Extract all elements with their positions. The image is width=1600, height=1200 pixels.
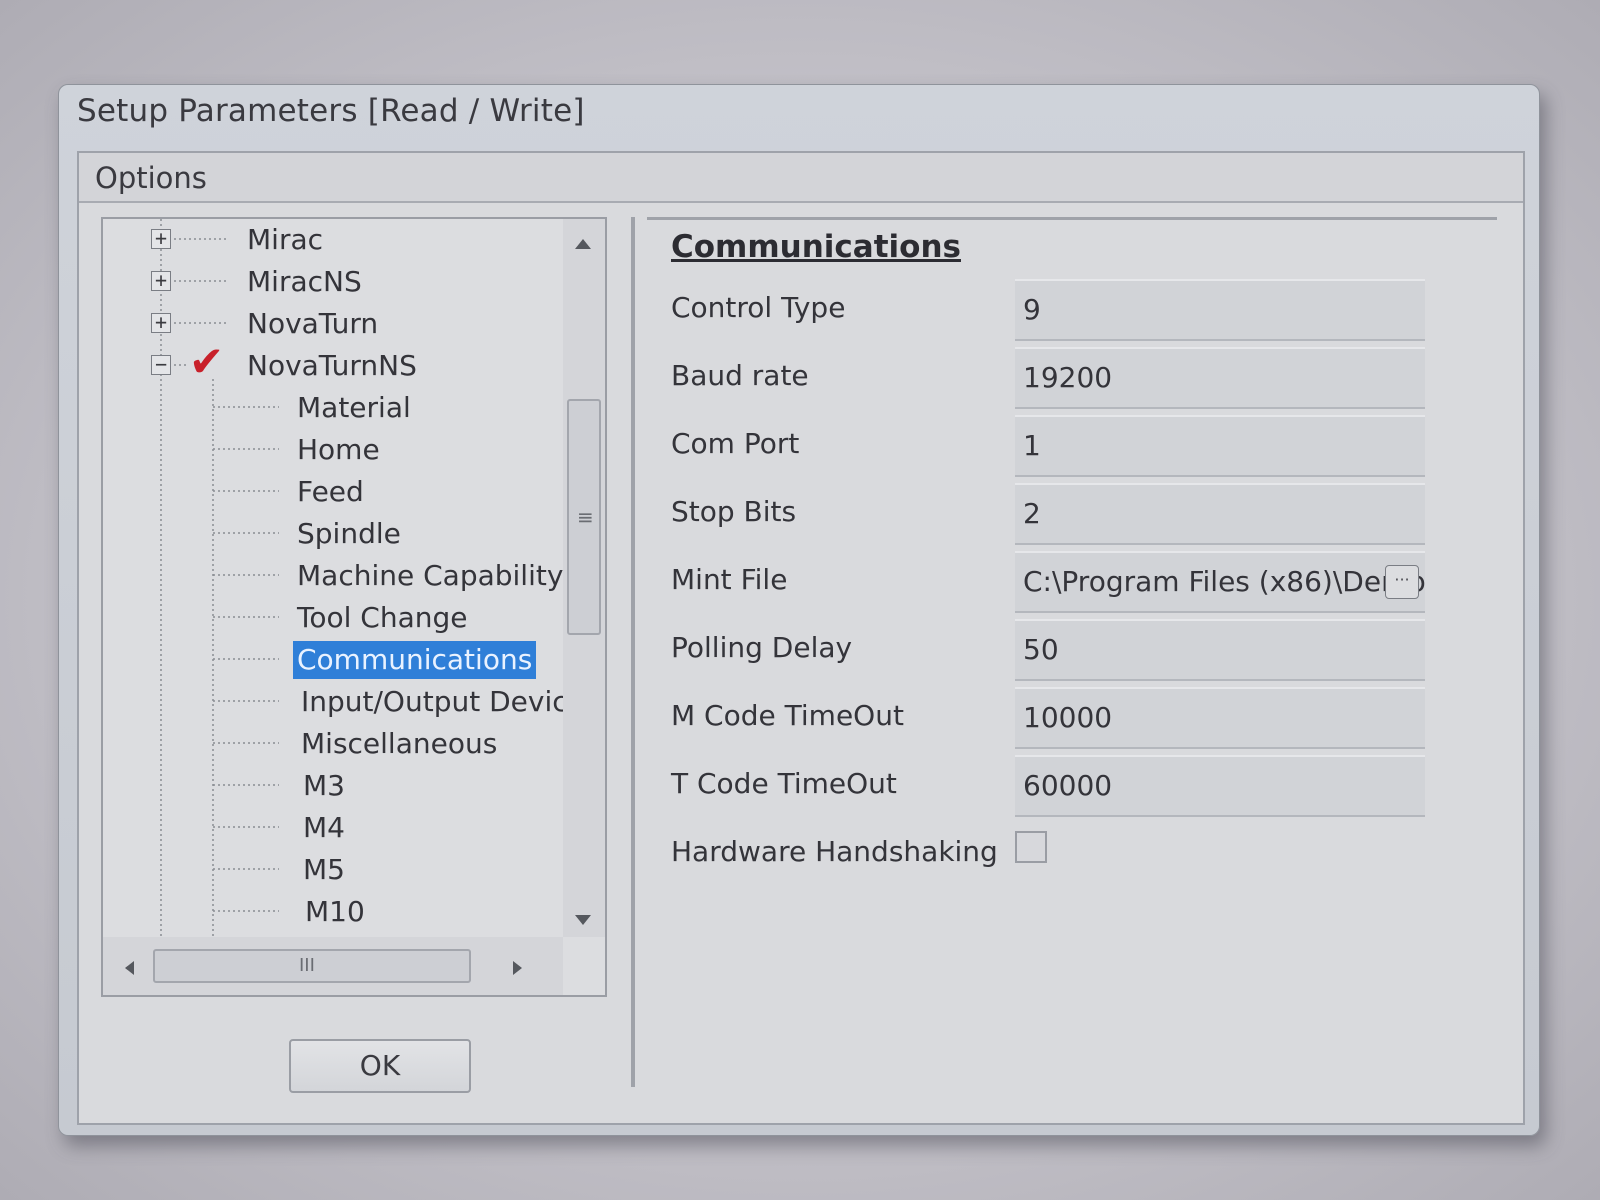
property-row-polling-delay: Polling Delay 50 — [671, 619, 1431, 687]
window-title: Setup Parameters [Read / Write] — [77, 93, 585, 129]
tree-item-m10[interactable]: M10 — [301, 893, 369, 931]
polling-delay-field[interactable]: 50 — [1015, 619, 1425, 681]
property-label: Mint File — [671, 563, 788, 596]
property-row-com-port: Com Port 1 — [671, 415, 1431, 483]
tree-item-m5[interactable]: M5 — [299, 851, 349, 889]
scroll-left-arrow-icon[interactable] — [125, 961, 134, 975]
tree-item-novaturn[interactable]: NovaTurn — [243, 305, 382, 343]
setup-parameters-window: Setup Parameters [Read / Write] Options — [58, 84, 1540, 1136]
tree-item-mirac[interactable]: Mirac — [243, 221, 327, 259]
expand-plus-icon[interactable]: + — [151, 312, 171, 333]
property-grid: Communications Control Type 9 Baud rate … — [647, 217, 1497, 1087]
tree-item-novaturnns[interactable]: NovaTurnNS — [243, 347, 421, 385]
hscroll-grip-icon: III — [299, 955, 315, 976]
property-section-heading: Communications — [671, 229, 961, 265]
tree-item-miscellaneous[interactable]: Miscellaneous — [297, 725, 501, 763]
property-label: T Code TimeOut — [671, 767, 897, 800]
property-grid-top-border — [647, 217, 1497, 220]
scroll-right-arrow-icon[interactable] — [513, 961, 522, 975]
mint-file-field[interactable]: C:\Program Files (x86)\Denfo ··· — [1015, 551, 1425, 613]
vscroll-grip-icon: ≡ — [577, 505, 594, 529]
options-frame: Options + Mirac + MiracNS + NovaTurn − ✔… — [77, 151, 1525, 1125]
browse-file-button[interactable]: ··· — [1385, 565, 1419, 599]
property-label: Control Type — [671, 291, 846, 324]
collapse-minus-icon[interactable]: − — [151, 354, 171, 375]
property-row-control-type: Control Type 9 — [671, 279, 1431, 347]
tree-item-feed[interactable]: Feed — [293, 473, 368, 511]
property-label: M Code TimeOut — [671, 699, 904, 732]
control-type-field[interactable]: 9 — [1015, 279, 1425, 341]
tree-item-machine-capability[interactable]: Machine Capability — [293, 557, 567, 595]
property-label: Polling Delay — [671, 631, 853, 664]
ok-button[interactable]: OK — [289, 1039, 471, 1093]
tree-item-miracns[interactable]: MiracNS — [243, 263, 366, 301]
tree-item-input-output-devic[interactable]: Input/Output Devic — [297, 683, 572, 721]
property-row-baud-rate: Baud rate 19200 — [671, 347, 1431, 415]
tree-item-m4[interactable]: M4 — [299, 809, 349, 847]
baud-rate-field[interactable]: 19200 — [1015, 347, 1425, 409]
options-label: Options — [95, 161, 207, 195]
expand-plus-icon[interactable]: + — [151, 228, 171, 249]
com-port-field[interactable]: 1 — [1015, 415, 1425, 477]
property-row-t-code-timeout: T Code TimeOut 60000 — [671, 755, 1431, 823]
expand-plus-icon[interactable]: + — [151, 270, 171, 291]
property-row-hardware-handshaking: Hardware Handshaking — [671, 823, 1431, 891]
property-label: Com Port — [671, 427, 800, 460]
tree-vscroll-thumb[interactable]: ≡ — [567, 399, 601, 635]
tree-item-spindle[interactable]: Spindle — [293, 515, 405, 553]
stop-bits-field[interactable]: 2 — [1015, 483, 1425, 545]
tree-item-tool-change[interactable]: Tool Change — [293, 599, 472, 637]
tree-vertical-scrollbar[interactable]: ≡ — [563, 219, 605, 937]
scroll-down-arrow-icon[interactable] — [575, 915, 591, 925]
property-label: Hardware Handshaking — [671, 835, 998, 868]
tree-item-material[interactable]: Material — [293, 389, 415, 427]
property-row-stop-bits: Stop Bits 2 — [671, 483, 1431, 551]
property-row-mint-file: Mint File C:\Program Files (x86)\Denfo ·… — [671, 551, 1431, 619]
options-tree[interactable]: + Mirac + MiracNS + NovaTurn − ✔ NovaTurnNS Mater… — [101, 217, 607, 997]
tree-item-m3[interactable]: M3 — [299, 767, 349, 805]
panel-divider[interactable] — [631, 217, 635, 1087]
options-groupbar: Options — [79, 153, 1523, 203]
property-label: Stop Bits — [671, 495, 797, 528]
tree-item-communications[interactable]: Communications — [293, 641, 537, 679]
tree-item-home[interactable]: Home — [293, 431, 384, 469]
t-code-timeout-field[interactable]: 60000 — [1015, 755, 1425, 817]
scroll-up-arrow-icon[interactable] — [575, 239, 591, 249]
property-row-m-code-timeout: M Code TimeOut 10000 — [671, 687, 1431, 755]
tree-horizontal-scrollbar[interactable]: III — [103, 937, 563, 995]
tree-hscroll-thumb[interactable]: III — [153, 949, 471, 983]
red-checkmark-icon: ✔ — [189, 337, 225, 386]
m-code-timeout-field[interactable]: 10000 — [1015, 687, 1425, 749]
mint-file-path: C:\Program Files (x86)\Denfo — [1023, 565, 1425, 598]
hardware-handshaking-checkbox[interactable] — [1015, 831, 1047, 863]
property-label: Baud rate — [671, 359, 809, 392]
